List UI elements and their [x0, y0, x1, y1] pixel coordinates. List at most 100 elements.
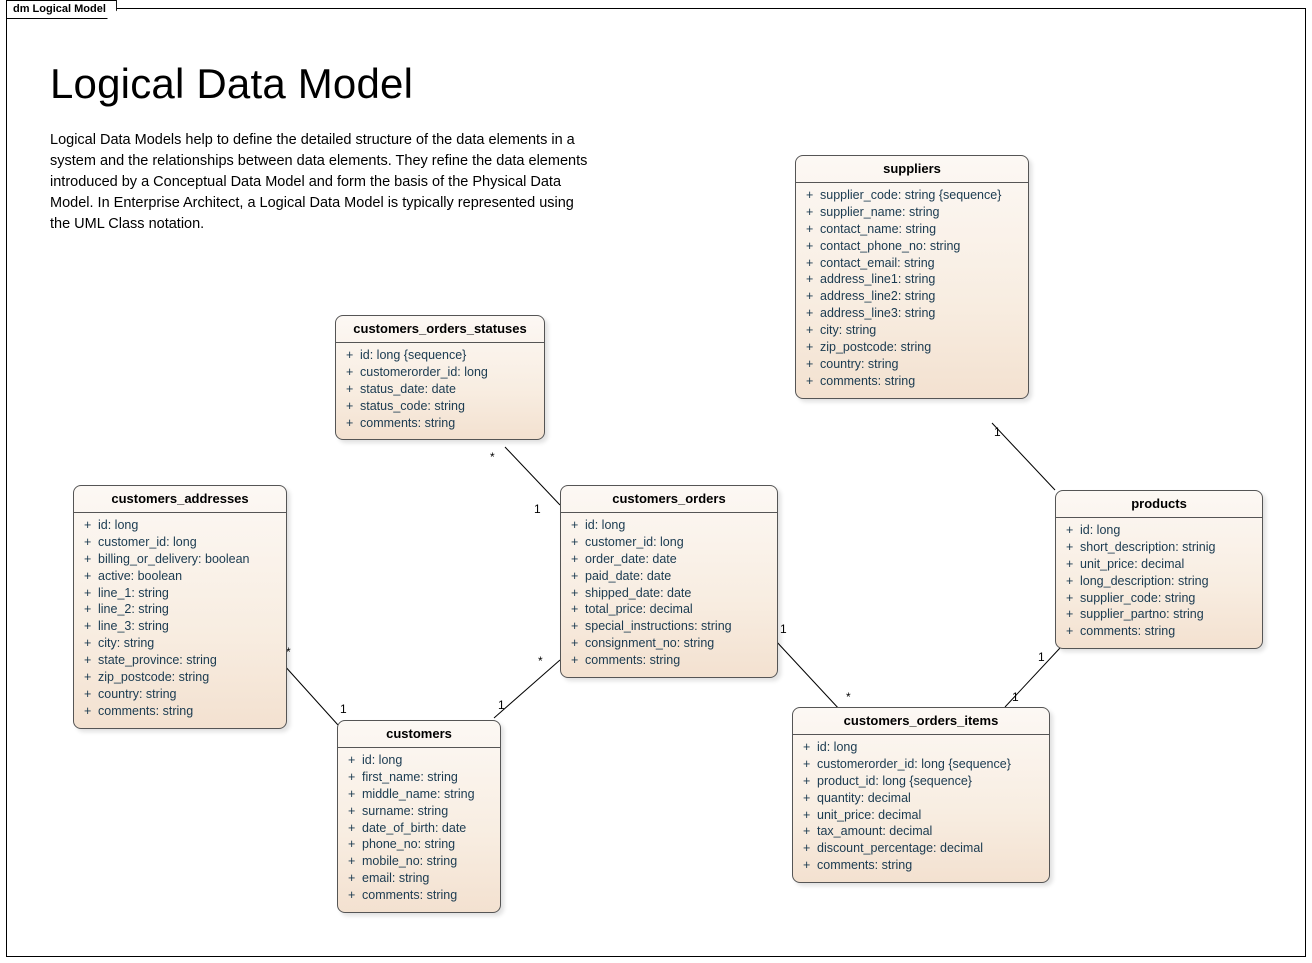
attribute-text: total_price: decimal [585, 601, 769, 618]
attribute-text: zip_postcode: string [820, 339, 1020, 356]
attribute-text: address_line1: string [820, 271, 1020, 288]
entity-suppliers[interactable]: suppliers +supplier_code: string {sequen… [795, 155, 1029, 399]
entity-body: +id: long+customerorder_id: long {sequen… [793, 735, 1049, 882]
attribute-text: long_description: string [1080, 573, 1254, 590]
entity-products[interactable]: products +id: long+short_description: st… [1055, 490, 1263, 649]
entity-customers-orders-statuses[interactable]: customers_orders_statuses +id: long {seq… [335, 315, 545, 440]
attribute-text: comments: string [1080, 623, 1254, 640]
attribute-row: +unit_price: decimal [803, 807, 1041, 824]
attribute-text: line_3: string [98, 618, 278, 635]
visibility-plus-icon: + [84, 686, 98, 703]
attribute-text: line_2: string [98, 601, 278, 618]
visibility-plus-icon: + [348, 836, 362, 853]
visibility-plus-icon: + [571, 601, 585, 618]
visibility-plus-icon: + [803, 790, 817, 807]
attribute-row: +customerorder_id: long {sequence} [803, 756, 1041, 773]
visibility-plus-icon: + [571, 618, 585, 635]
visibility-plus-icon: + [806, 255, 820, 272]
attribute-text: email: string [362, 870, 492, 887]
attribute-row: +address_line3: string [806, 305, 1020, 322]
attribute-text: shipped_date: date [585, 585, 769, 602]
visibility-plus-icon: + [806, 288, 820, 305]
attribute-text: id: long [817, 739, 1041, 756]
mult-customers-to-addresses-1: 1 [340, 702, 347, 716]
attribute-text: supplier_name: string [820, 204, 1020, 221]
attribute-row: +paid_date: date [571, 568, 769, 585]
visibility-plus-icon: + [348, 820, 362, 837]
visibility-plus-icon: + [346, 381, 360, 398]
attribute-text: address_line3: string [820, 305, 1020, 322]
attribute-text: contact_email: string [820, 255, 1020, 272]
attribute-text: consignment_no: string [585, 635, 769, 652]
attribute-row: +city: string [806, 322, 1020, 339]
attribute-row: +zip_postcode: string [84, 669, 278, 686]
visibility-plus-icon: + [348, 752, 362, 769]
visibility-plus-icon: + [1066, 573, 1080, 590]
page-description: Logical Data Models help to define the d… [50, 130, 590, 235]
attribute-text: supplier_code: string [1080, 590, 1254, 607]
attribute-row: +state_province: string [84, 652, 278, 669]
attribute-row: +tax_amount: decimal [803, 823, 1041, 840]
attribute-row: +short_description: strinig [1066, 539, 1254, 556]
attribute-text: comments: string [817, 857, 1041, 874]
visibility-plus-icon: + [1066, 522, 1080, 539]
attribute-row: +contact_name: string [806, 221, 1020, 238]
attribute-row: +comments: string [1066, 623, 1254, 640]
attribute-row: +discount_percentage: decimal [803, 840, 1041, 857]
attribute-row: +total_price: decimal [571, 601, 769, 618]
attribute-row: +customer_id: long [84, 534, 278, 551]
visibility-plus-icon: + [1066, 623, 1080, 640]
attribute-row: +comments: string [346, 415, 536, 432]
attribute-text: contact_name: string [820, 221, 1020, 238]
attribute-row: +quantity: decimal [803, 790, 1041, 807]
visibility-plus-icon: + [803, 773, 817, 790]
attribute-row: +zip_postcode: string [806, 339, 1020, 356]
visibility-plus-icon: + [84, 534, 98, 551]
visibility-plus-icon: + [84, 551, 98, 568]
entity-body: +supplier_code: string {sequence}+suppli… [796, 183, 1028, 398]
attribute-row: +id: long [84, 517, 278, 534]
visibility-plus-icon: + [84, 703, 98, 720]
attribute-text: customer_id: long [98, 534, 278, 551]
attribute-row: +comments: string [803, 857, 1041, 874]
visibility-plus-icon: + [806, 271, 820, 288]
attribute-row: +country: string [84, 686, 278, 703]
attribute-row: +line_1: string [84, 585, 278, 602]
attribute-text: middle_name: string [362, 786, 492, 803]
attribute-text: city: string [820, 322, 1020, 339]
attribute-text: special_instructions: string [585, 618, 769, 635]
attribute-row: +supplier_name: string [806, 204, 1020, 221]
attribute-text: unit_price: decimal [817, 807, 1041, 824]
attribute-text: unit_price: decimal [1080, 556, 1254, 573]
visibility-plus-icon: + [806, 373, 820, 390]
attribute-text: phone_no: string [362, 836, 492, 853]
visibility-plus-icon: + [346, 398, 360, 415]
attribute-row: +line_2: string [84, 601, 278, 618]
entity-title: customers_orders [561, 486, 777, 513]
attribute-text: date_of_birth: date [362, 820, 492, 837]
attribute-row: +id: long [348, 752, 492, 769]
visibility-plus-icon: + [571, 635, 585, 652]
attribute-row: +customer_id: long [571, 534, 769, 551]
visibility-plus-icon: + [803, 807, 817, 824]
attribute-text: zip_postcode: string [98, 669, 278, 686]
entity-customers[interactable]: customers +id: long+first_name: string+m… [337, 720, 501, 913]
attribute-text: country: string [98, 686, 278, 703]
visibility-plus-icon: + [803, 840, 817, 857]
attribute-row: +active: boolean [84, 568, 278, 585]
diagram-page: dm Logical Model Logical Data Model Logi… [0, 0, 1312, 963]
entity-title: customers_addresses [74, 486, 286, 513]
attribute-row: +email: string [348, 870, 492, 887]
entity-customers-orders-items[interactable]: customers_orders_items +id: long+custome… [792, 707, 1050, 883]
attribute-text: address_line2: string [820, 288, 1020, 305]
attribute-text: id: long [1080, 522, 1254, 539]
attribute-text: status_code: string [360, 398, 536, 415]
entity-customers-orders[interactable]: customers_orders +id: long+customer_id: … [560, 485, 778, 678]
entity-customers-addresses[interactable]: customers_addresses +id: long+customer_i… [73, 485, 287, 729]
visibility-plus-icon: + [571, 568, 585, 585]
attribute-row: +consignment_no: string [571, 635, 769, 652]
visibility-plus-icon: + [84, 618, 98, 635]
entity-body: +id: long+short_description: strinig+uni… [1056, 518, 1262, 648]
attribute-text: id: long [98, 517, 278, 534]
attribute-text: tax_amount: decimal [817, 823, 1041, 840]
